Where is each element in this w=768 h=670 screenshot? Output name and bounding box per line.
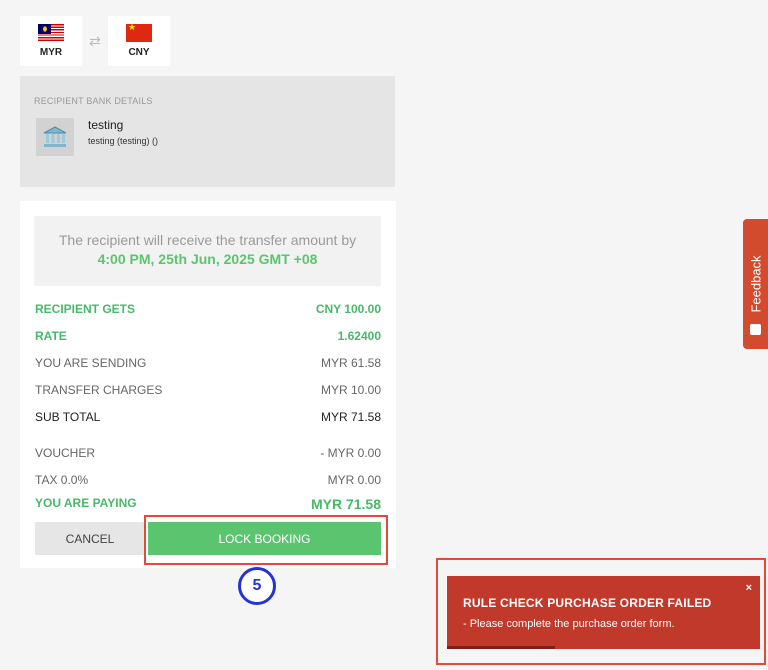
sending-row: YOU ARE SENDING MYR 61.58	[35, 356, 381, 370]
row-label: RATE	[35, 329, 67, 343]
delivery-notice-text: The recipient will receive the transfer …	[58, 232, 357, 248]
step-badge: 5	[238, 567, 276, 605]
row-value: MYR 61.58	[320, 356, 381, 370]
row-value: MYR 71.58	[310, 496, 381, 512]
row-value: MYR 10.00	[320, 383, 381, 397]
to-currency-code: CNY	[128, 47, 150, 58]
transfer-summary-card: The recipient will receive the transfer …	[20, 201, 396, 568]
feedback-tab[interactable]: Feedback	[743, 219, 768, 349]
delivery-notice: The recipient will receive the transfer …	[34, 216, 381, 286]
row-label: RECIPIENT GETS	[35, 302, 136, 316]
row-label: SUB TOTAL	[35, 410, 101, 424]
recipient-details: testing (testing) ()	[88, 136, 159, 146]
swap-arrows-icon[interactable]: ⇄	[82, 33, 108, 50]
currency-selector: MYR ⇄ CNY	[20, 16, 170, 66]
tax-row: TAX 0.0% MYR 0.00	[35, 473, 381, 487]
row-value: MYR 0.00	[327, 473, 381, 487]
from-currency[interactable]: MYR	[20, 16, 82, 66]
recipient-gets-row: RECIPIENT GETS CNY 100.00	[35, 302, 381, 316]
recipient-row: testing testing (testing) ()	[34, 118, 381, 156]
delivery-time: 4:00 PM, 25th Jun, 2025 GMT +08	[97, 251, 318, 267]
feedback-label: Feedback	[748, 255, 763, 313]
rate-row: RATE 1.62400	[35, 329, 381, 343]
transfer-charges-row: TRANSFER CHARGES MYR 10.00	[35, 383, 381, 397]
row-label: VOUCHER	[35, 446, 96, 460]
row-label: YOU ARE PAYING	[35, 496, 137, 510]
row-value: CNY 100.00	[315, 302, 381, 316]
lock-booking-highlight	[144, 515, 388, 565]
voucher-row: VOUCHER - MYR 0.00	[35, 446, 381, 460]
row-value: - MYR 0.00	[320, 446, 381, 460]
close-icon[interactable]: ×	[746, 582, 752, 594]
toast-message: - Please complete the purchase order for…	[463, 618, 675, 630]
error-toast: RULE CHECK PURCHASE ORDER FAILED - Pleas…	[447, 576, 760, 649]
subtotal-row: SUB TOTAL MYR 71.58	[35, 410, 381, 424]
recipient-heading: RECIPIENT BANK DETAILS	[34, 96, 153, 106]
feedback-icon	[750, 324, 761, 335]
row-label: TAX 0.0%	[35, 473, 89, 487]
row-label: TRANSFER CHARGES	[35, 383, 163, 397]
bank-icon	[36, 118, 74, 156]
recipient-name: testing	[88, 118, 124, 132]
row-value: 1.62400	[337, 329, 381, 343]
to-currency[interactable]: CNY	[108, 16, 170, 66]
row-label: YOU ARE SENDING	[35, 356, 147, 370]
toast-title: RULE CHECK PURCHASE ORDER FAILED	[463, 596, 712, 610]
from-currency-code: MYR	[39, 47, 63, 58]
recipient-bank-details: RECIPIENT BANK DETAILS testing testing (…	[20, 76, 395, 187]
malaysia-flag-icon	[38, 24, 64, 42]
paying-row: YOU ARE PAYING MYR 71.58	[35, 496, 381, 512]
row-value: MYR 71.58	[320, 410, 381, 424]
toast-progress-bar	[447, 646, 555, 649]
cancel-button[interactable]: CANCEL	[35, 522, 145, 555]
china-flag-icon	[126, 24, 152, 42]
